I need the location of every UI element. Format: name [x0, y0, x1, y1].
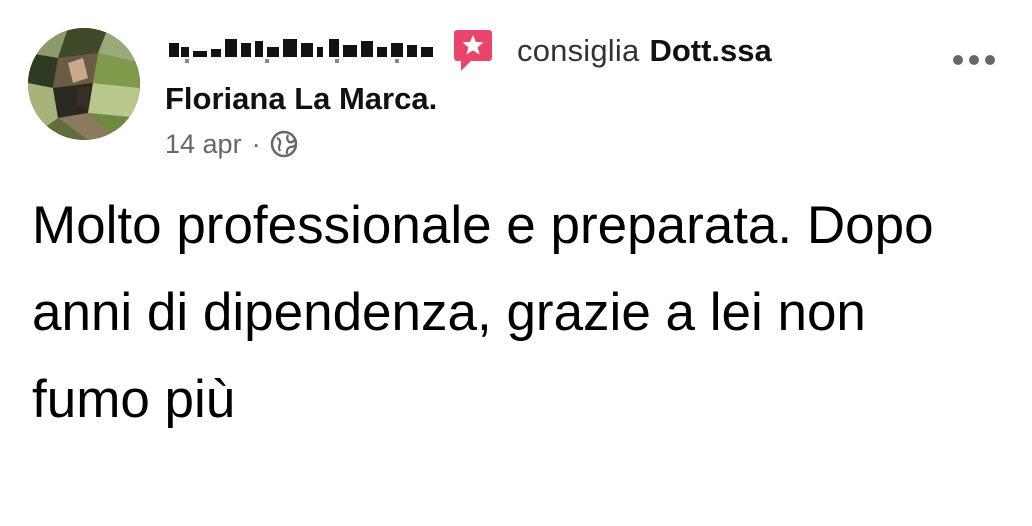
meta-separator: ·: [251, 128, 261, 159]
globe-icon[interactable]: [269, 129, 299, 159]
post-header: consiglia Dott.ssa: [165, 26, 772, 76]
recommend-verb: consiglia: [517, 33, 640, 68]
post-body-text: Molto professionale e preparata. Dopo an…: [32, 196, 934, 429]
author-name-redacted: [165, 33, 443, 69]
recommended-page-name-part1[interactable]: Dott.ssa: [649, 33, 771, 69]
avatar[interactable]: [28, 28, 140, 140]
review-post: consiglia Dott.ssa Floriana La Marca. 14…: [0, 0, 1032, 526]
post-date[interactable]: 14 apr: [165, 129, 242, 160]
post-meta: 14 apr ·: [165, 126, 299, 162]
more-horizontal-icon[interactable]: [950, 50, 998, 70]
recommend-star-icon: [453, 28, 493, 74]
recommended-page-name-part2[interactable]: Floriana La Marca.: [165, 81, 437, 117]
